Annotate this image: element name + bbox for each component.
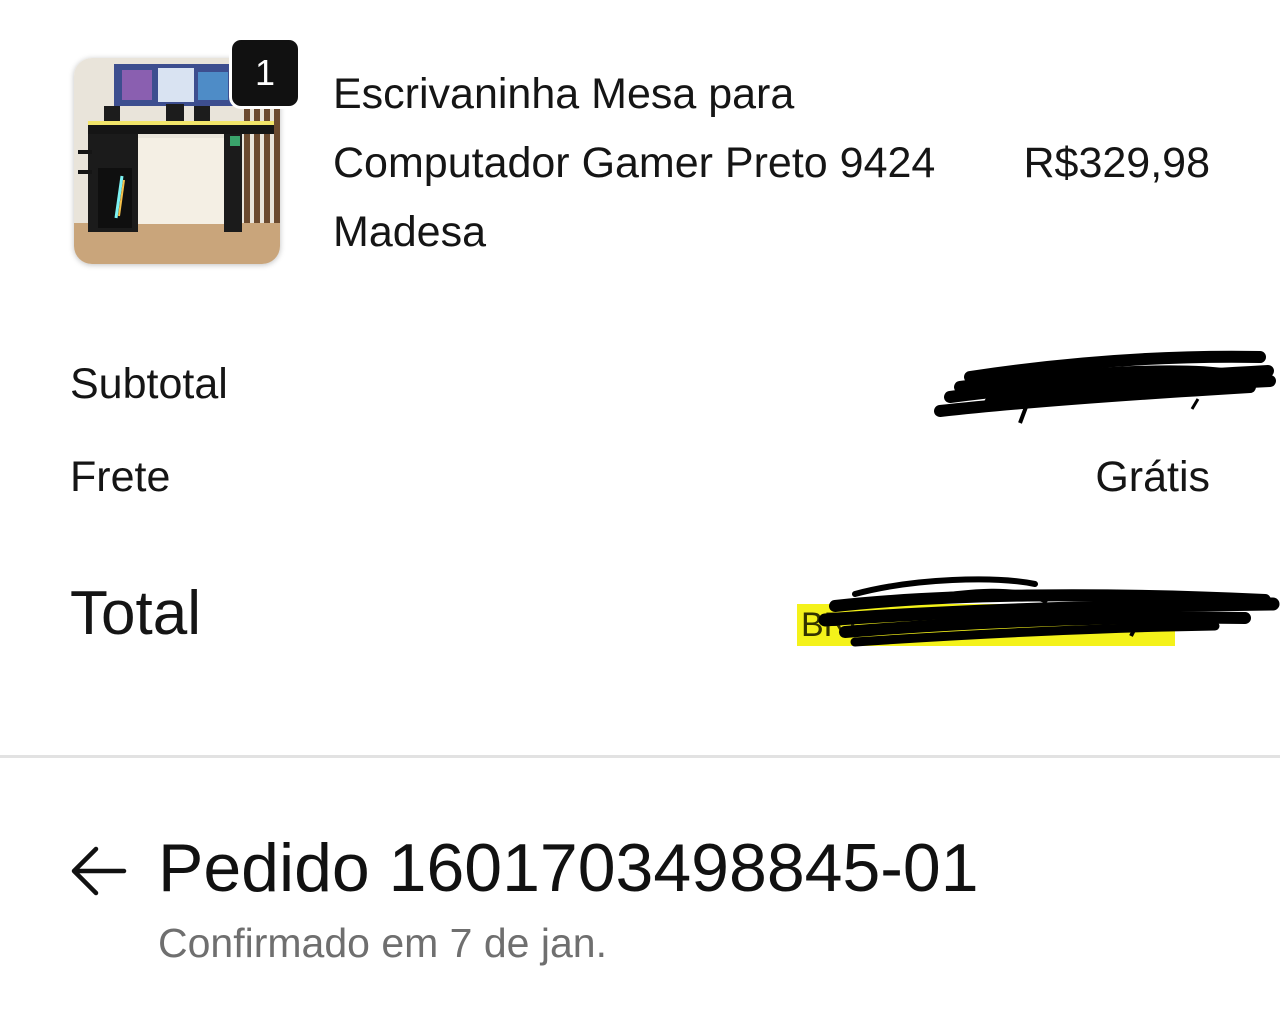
order-title: Pedido 1601703498845-01: [158, 830, 979, 906]
total-label: Total: [70, 579, 201, 648]
shipping-label: Frete: [70, 453, 171, 501]
product-name[interactable]: Escrivaninha Mesa para Computador Gamer …: [333, 60, 993, 267]
section-divider: [0, 755, 1280, 758]
back-button[interactable]: [60, 838, 136, 904]
quantity-badge: 1: [232, 40, 298, 106]
order-status: Confirmado em 7 de jan.: [158, 920, 607, 966]
subtotal-label: Subtotal: [70, 360, 228, 408]
arrow-left-icon: [71, 846, 127, 896]
subtotal-redaction: [934, 350, 1276, 424]
shipping-value: Grátis: [1095, 453, 1210, 501]
product-price: R$329,98: [1023, 139, 1211, 187]
total-redaction: [818, 576, 1280, 647]
